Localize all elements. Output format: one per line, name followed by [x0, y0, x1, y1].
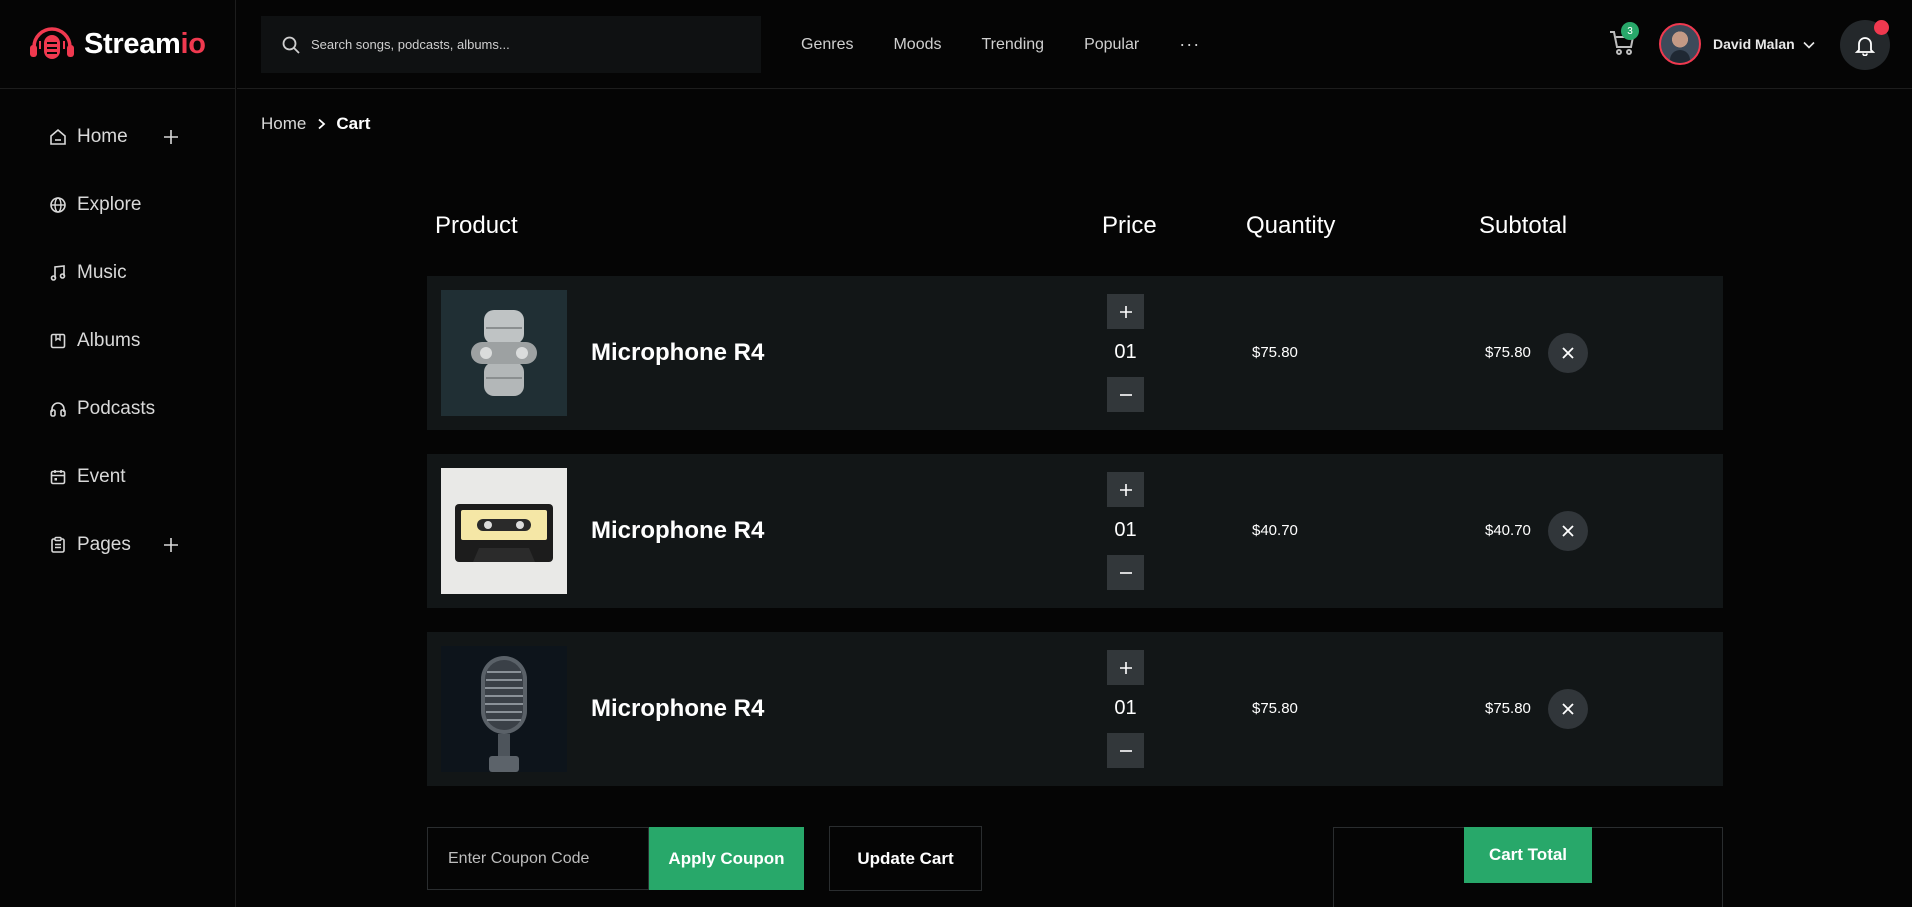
product-name[interactable]: Microphone R4: [591, 517, 764, 545]
brand-name: Streamio: [84, 27, 206, 60]
sidebar: Streamio Home Explore Music Albums Podca…: [0, 0, 236, 907]
chevron-down-icon[interactable]: [1802, 38, 1816, 52]
item-price: $75.80: [1252, 700, 1298, 717]
table-row: Microphone R4 01 $75.80 $75.80: [427, 276, 1723, 430]
nav-trending[interactable]: Trending: [982, 36, 1045, 54]
search-input[interactable]: [311, 37, 731, 52]
bell-icon: [1854, 37, 1876, 56]
home-icon: [49, 128, 67, 146]
close-icon: [1562, 703, 1574, 715]
product-name[interactable]: Microphone R4: [591, 339, 764, 367]
header-subtotal: Subtotal: [1479, 212, 1568, 239]
app: Streamio Home Explore Music Albums Podca…: [0, 0, 1912, 907]
search-bar[interactable]: [261, 16, 761, 73]
item-subtotal: $75.80: [1485, 344, 1531, 361]
expand-plus-icon[interactable]: [161, 535, 181, 555]
sidebar-item-label: Albums: [77, 330, 141, 351]
quantity-value: 01: [1114, 341, 1137, 363]
quantity-decrease-button[interactable]: [1107, 733, 1144, 768]
user-name[interactable]: David Malan: [1713, 36, 1795, 52]
breadcrumb-home[interactable]: Home: [261, 114, 306, 134]
search-icon: [282, 36, 300, 54]
globe-icon: [49, 196, 67, 214]
sidebar-item-label: Home: [77, 126, 128, 147]
item-price: $40.70: [1252, 522, 1298, 539]
item-price: $75.80: [1252, 344, 1298, 361]
apply-coupon-button[interactable]: Apply Coupon: [649, 827, 804, 890]
calendar-icon: [49, 468, 67, 486]
breadcrumb: Home Cart: [261, 114, 370, 134]
cassette-image: [441, 468, 567, 594]
sidebar-nav: Home Explore Music Albums Podcasts Event…: [0, 89, 235, 579]
quantity-decrease-button[interactable]: [1107, 555, 1144, 590]
expand-plus-icon[interactable]: [161, 127, 181, 147]
music-note-icon: [49, 264, 67, 282]
chevron-right-icon: [318, 118, 326, 130]
item-subtotal: $40.70: [1485, 522, 1531, 539]
album-icon: [49, 332, 67, 350]
sidebar-item-podcasts[interactable]: Podcasts: [0, 375, 235, 443]
avatar[interactable]: [1659, 23, 1701, 65]
remove-item-button[interactable]: [1548, 333, 1588, 373]
earbuds-image: [441, 290, 567, 416]
header-product: Product: [435, 212, 518, 239]
remove-item-button[interactable]: [1548, 689, 1588, 729]
headphone-mic-icon: [30, 27, 74, 59]
sidebar-item-explore[interactable]: Explore: [0, 171, 235, 239]
sidebar-item-albums[interactable]: Albums: [0, 307, 235, 375]
notification-dot: [1874, 20, 1889, 35]
product-name[interactable]: Microphone R4: [591, 695, 764, 723]
headphones-icon: [49, 400, 67, 418]
more-icon[interactable]: ···: [1179, 34, 1200, 55]
logo[interactable]: Streamio: [0, 0, 235, 89]
quantity-value: 01: [1114, 519, 1137, 541]
top-header: Genres Moods Trending Popular ··· 3 Davi…: [237, 0, 1912, 89]
sidebar-item-label: Podcasts: [77, 398, 156, 419]
nav-moods[interactable]: Moods: [893, 36, 941, 54]
close-icon: [1562, 525, 1574, 537]
sidebar-item-label: Explore: [77, 194, 142, 215]
cart-total-heading: Cart Total: [1464, 827, 1592, 883]
top-nav: Genres Moods Trending Popular ···: [801, 0, 1240, 89]
update-cart-button[interactable]: Update Cart: [829, 826, 982, 891]
table-row: Microphone R4 01 $75.80 $75.80: [427, 632, 1723, 786]
sidebar-item-label: Event: [77, 466, 126, 487]
header-price: Price: [1102, 212, 1157, 239]
nav-popular[interactable]: Popular: [1084, 36, 1139, 54]
coupon-code-input[interactable]: [427, 827, 649, 890]
sidebar-item-pages[interactable]: Pages: [0, 511, 235, 579]
item-subtotal: $75.80: [1485, 700, 1531, 717]
breadcrumb-current: Cart: [336, 114, 371, 133]
table-row: Microphone R4 01 $40.70 $40.70: [427, 454, 1723, 608]
quantity-increase-button[interactable]: [1107, 650, 1144, 685]
quantity-value: 01: [1114, 697, 1137, 719]
sidebar-item-label: Music: [77, 262, 127, 283]
header-quantity: Quantity: [1246, 212, 1336, 239]
cart-count-badge: 3: [1621, 22, 1639, 40]
microphone-image: [441, 646, 567, 772]
quantity-increase-button[interactable]: [1107, 294, 1144, 329]
quantity-decrease-button[interactable]: [1107, 377, 1144, 412]
clipboard-icon: [49, 536, 67, 554]
nav-genres[interactable]: Genres: [801, 36, 853, 54]
close-icon: [1562, 347, 1574, 359]
sidebar-item-event[interactable]: Event: [0, 443, 235, 511]
sidebar-item-home[interactable]: Home: [0, 103, 235, 171]
quantity-increase-button[interactable]: [1107, 472, 1144, 507]
sidebar-item-music[interactable]: Music: [0, 239, 235, 307]
remove-item-button[interactable]: [1548, 511, 1588, 551]
sidebar-item-label: Pages: [77, 534, 131, 555]
